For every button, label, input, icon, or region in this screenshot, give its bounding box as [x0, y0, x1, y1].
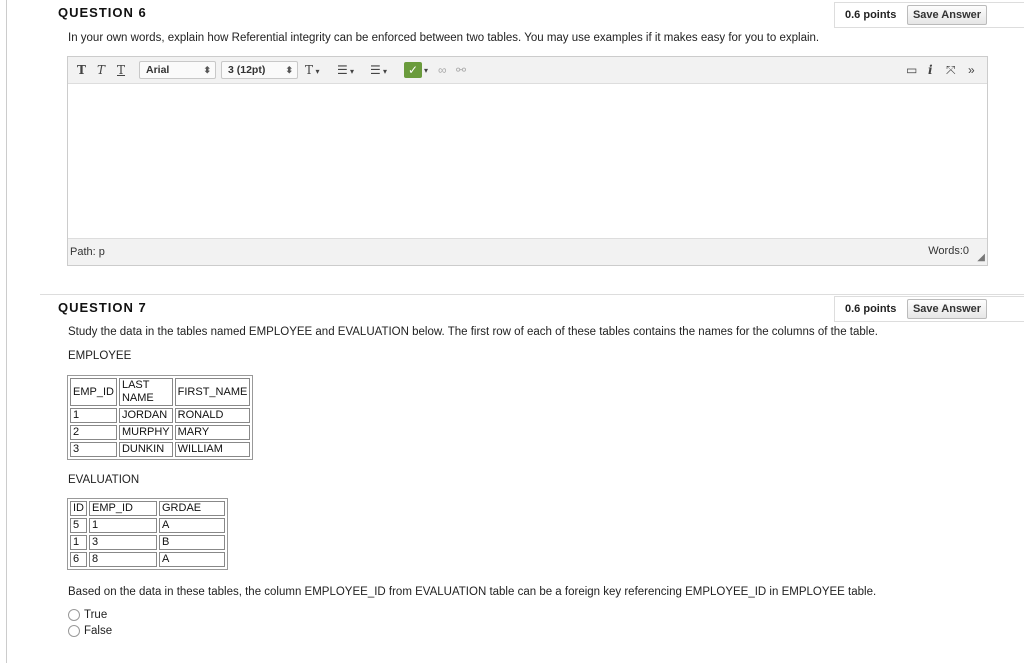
evaluation-label: EVALUATION [68, 474, 140, 486]
table-row: ID EMP_ID GRDAE [70, 501, 225, 516]
resize-handle-icon[interactable]: ◢ [977, 252, 985, 263]
table-cell: MARY [174, 425, 251, 440]
table-cell: A [159, 552, 225, 567]
left-border [6, 0, 7, 663]
option-false[interactable]: False [68, 625, 112, 637]
numbered-list-icon[interactable]: ☰ ▾ [370, 62, 387, 79]
table-cell: EMP_ID [89, 501, 157, 516]
editor-path: Path: p [70, 246, 105, 258]
table-row: 1 3 B [70, 535, 225, 550]
font-family-value: Arial [146, 64, 170, 76]
underline-icon[interactable]: T [117, 62, 125, 79]
font-size-select[interactable]: 3 (12pt) ⬍ [221, 61, 298, 79]
expand-toolbar-icon[interactable]: » [968, 62, 975, 79]
font-family-select[interactable]: Arial ⬍ [139, 61, 216, 79]
employee-label: EMPLOYEE [68, 350, 132, 362]
table-cell: RONALD [174, 408, 251, 423]
question-7-points-box: 0.6 points Save Answer [834, 296, 1024, 322]
table-cell: 6 [70, 552, 87, 567]
editor-toolbar: T T T Arial ⬍ 3 (12pt) ⬍ T ▾ ☰ ▾ ☰ ▾ ✓ ▾… [68, 57, 987, 84]
table-cell: A [159, 518, 225, 533]
unlink-icon[interactable]: ⚯ [456, 62, 466, 79]
table-cell: FIRST_NAME [174, 378, 251, 406]
question-6-title: QUESTION 6 [58, 5, 147, 20]
question-7-save-button[interactable]: Save Answer [907, 299, 987, 319]
question-6-points: 0.6 points [845, 9, 897, 21]
link-icon[interactable]: ∞ [438, 62, 447, 79]
table-cell: 3 [70, 442, 117, 457]
table-cell: 5 [70, 518, 87, 533]
spellcheck-dropdown-icon[interactable]: ▾ [424, 62, 428, 79]
table-cell: 2 [70, 425, 117, 440]
spellcheck-icon[interactable]: ✓ [404, 62, 422, 78]
question-7-title: QUESTION 7 [58, 300, 147, 315]
bold-icon[interactable]: T [77, 62, 86, 79]
table-cell: 8 [89, 552, 157, 567]
table-cell: 1 [89, 518, 157, 533]
font-size-value: 3 (12pt) [228, 64, 266, 76]
table-cell: 3 [89, 535, 157, 550]
fullscreen-icon[interactable]: ⤧ [946, 62, 956, 79]
question-6-prompt: In your own words, explain how Referenti… [68, 32, 820, 44]
table-row: 3 DUNKIN WILLIAM [70, 442, 251, 457]
editor-text-area[interactable] [68, 84, 987, 239]
employee-table: EMP_ID LAST NAME FIRST_NAME 1 JORDAN RON… [67, 375, 254, 460]
question-7-points: 0.6 points [845, 303, 897, 315]
bullet-list-icon[interactable]: ☰ ▾ [337, 62, 354, 79]
editor-statusbar: Path: p Words:0 ◢ [68, 238, 987, 265]
question-7-statement: Based on the data in these tables, the c… [68, 586, 877, 598]
preview-icon[interactable]: ▭ [906, 62, 917, 79]
table-cell: ID [70, 501, 87, 516]
table-cell: LAST NAME [118, 378, 173, 406]
text-format-icon[interactable]: T ▾ [305, 62, 320, 79]
table-cell: WILLIAM [174, 442, 251, 457]
table-row: 1 JORDAN RONALD [70, 408, 251, 423]
option-true[interactable]: True [68, 609, 107, 621]
italic-icon[interactable]: T [97, 62, 105, 79]
table-row: EMP_ID LAST NAME FIRST_NAME [70, 378, 251, 406]
question-7-prompt: Study the data in the tables named EMPLO… [68, 326, 878, 338]
question-6-save-button[interactable]: Save Answer [907, 5, 987, 25]
table-cell: 1 [70, 408, 117, 423]
question-separator [40, 294, 1024, 295]
table-row: 6 8 A [70, 552, 225, 567]
answer-editor: T T T Arial ⬍ 3 (12pt) ⬍ T ▾ ☰ ▾ ☰ ▾ ✓ ▾… [67, 56, 988, 266]
table-cell: DUNKIN [118, 442, 173, 457]
option-true-label: True [84, 609, 108, 621]
info-icon[interactable]: i [928, 62, 933, 79]
table-cell: EMP_ID [70, 378, 117, 406]
select-arrows-icon: ⬍ [203, 65, 211, 75]
select-arrows-icon: ⬍ [285, 65, 293, 75]
question-6-points-box: 0.6 points Save Answer [834, 2, 1024, 28]
table-cell: B [159, 535, 225, 550]
evaluation-table: ID EMP_ID GRDAE 5 1 A 1 3 B 6 8 A [67, 498, 228, 570]
table-cell: 1 [70, 535, 87, 550]
table-cell: MURPHY [118, 425, 173, 440]
table-cell: JORDAN [118, 408, 173, 423]
table-row: 5 1 A [70, 518, 225, 533]
radio-false[interactable] [68, 625, 80, 637]
table-row: 2 MURPHY MARY [70, 425, 251, 440]
radio-true[interactable] [68, 609, 80, 621]
table-cell: GRDAE [159, 501, 225, 516]
option-false-label: False [84, 625, 113, 637]
word-count: Words:0 [928, 245, 969, 257]
